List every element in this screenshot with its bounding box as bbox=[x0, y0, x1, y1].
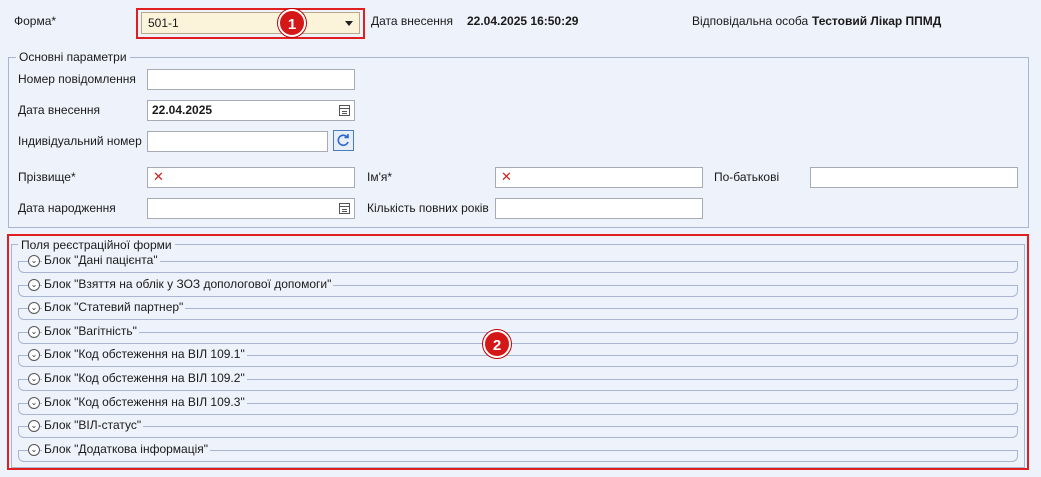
birth-date-label: Дата народження bbox=[18, 201, 116, 215]
block-divider bbox=[18, 332, 1018, 333]
message-number-label: Номер повідомлення bbox=[18, 72, 136, 86]
form-label: Форма* bbox=[14, 14, 57, 28]
entry-date-header-label: Дата внесення bbox=[371, 14, 454, 28]
birth-date-input[interactable] bbox=[147, 198, 355, 219]
registration-fields-legend: Поля реєстраційної форми bbox=[18, 238, 175, 252]
chevron-down-icon[interactable]: ⌄ bbox=[28, 420, 40, 432]
patronymic-input[interactable] bbox=[810, 167, 1018, 188]
block-title[interactable]: Блок "Код обстеження на ВІЛ 109.2" bbox=[42, 371, 247, 385]
block-title[interactable]: Блок "ВІЛ-статус" bbox=[42, 418, 144, 432]
block-title[interactable]: Блок "Код обстеження на ВІЛ 109.1" bbox=[42, 347, 247, 361]
entry-date-input[interactable]: 22.04.2025 bbox=[147, 100, 355, 121]
name-input[interactable]: ✕ bbox=[495, 167, 703, 188]
refresh-icon bbox=[337, 134, 349, 146]
surname-input[interactable]: ✕ bbox=[147, 167, 355, 188]
annotation-badge-2: 2 bbox=[483, 330, 511, 358]
block-divider bbox=[18, 426, 1018, 427]
individual-number-label: Індивідуальний номер bbox=[18, 134, 142, 148]
block-divider bbox=[18, 261, 1018, 262]
chevron-down-icon[interactable]: ⌄ bbox=[28, 444, 40, 456]
required-error-icon: ✕ bbox=[153, 169, 164, 184]
calendar-icon[interactable] bbox=[339, 203, 350, 214]
chevron-down-icon[interactable]: ⌄ bbox=[28, 373, 40, 385]
block-title[interactable]: Блок "Додаткова інформація" bbox=[42, 442, 211, 456]
entry-date-value: 22.04.2025 bbox=[152, 103, 213, 117]
annotation-badge-1: 1 bbox=[278, 9, 306, 37]
block-frame bbox=[18, 261, 1018, 273]
entry-date-header-value: 22.04.2025 16:50:29 bbox=[467, 14, 579, 28]
chevron-down-icon[interactable]: ⌄ bbox=[28, 397, 40, 409]
block-title[interactable]: Блок "Статевий партнер" bbox=[42, 300, 186, 314]
required-error-icon: ✕ bbox=[501, 169, 512, 184]
block-title[interactable]: Блок "Дані пацієнта" bbox=[42, 253, 160, 267]
message-number-input[interactable] bbox=[147, 69, 355, 90]
main-params-legend: Основні параметри bbox=[16, 50, 130, 64]
full-years-label: Кількість повних років bbox=[367, 201, 489, 215]
calendar-icon[interactable] bbox=[339, 105, 350, 116]
full-years-input[interactable] bbox=[495, 198, 703, 219]
chevron-down-icon[interactable]: ⌄ bbox=[28, 302, 40, 314]
block-title[interactable]: Блок "Вагітність" bbox=[42, 324, 139, 338]
entry-date-label: Дата внесення bbox=[18, 103, 101, 117]
chevron-down-icon[interactable]: ⌄ bbox=[28, 349, 40, 361]
responsible-value: Тестовий Лікар ППМД bbox=[812, 14, 942, 28]
block-title[interactable]: Блок "Взяття на облік у ЗОЗ дополог​ової… bbox=[42, 277, 334, 291]
individual-number-input[interactable] bbox=[147, 131, 328, 152]
block-frame bbox=[18, 332, 1018, 344]
chevron-down-icon[interactable]: ⌄ bbox=[28, 279, 40, 291]
chevron-down-icon[interactable]: ⌄ bbox=[28, 255, 40, 267]
responsible-label: Відповідальна особа bbox=[692, 14, 809, 28]
block-frame bbox=[18, 426, 1018, 438]
chevron-down-icon[interactable]: ⌄ bbox=[28, 326, 40, 338]
surname-label: Прізвище* bbox=[18, 170, 76, 184]
form-highlight-frame bbox=[136, 8, 365, 39]
refresh-button[interactable] bbox=[333, 130, 354, 151]
name-label: Ім'я* bbox=[367, 170, 393, 184]
block-title[interactable]: Блок "Код обстеження на ВІЛ 109.3" bbox=[42, 395, 247, 409]
patronymic-label: По-батькові bbox=[714, 170, 780, 184]
